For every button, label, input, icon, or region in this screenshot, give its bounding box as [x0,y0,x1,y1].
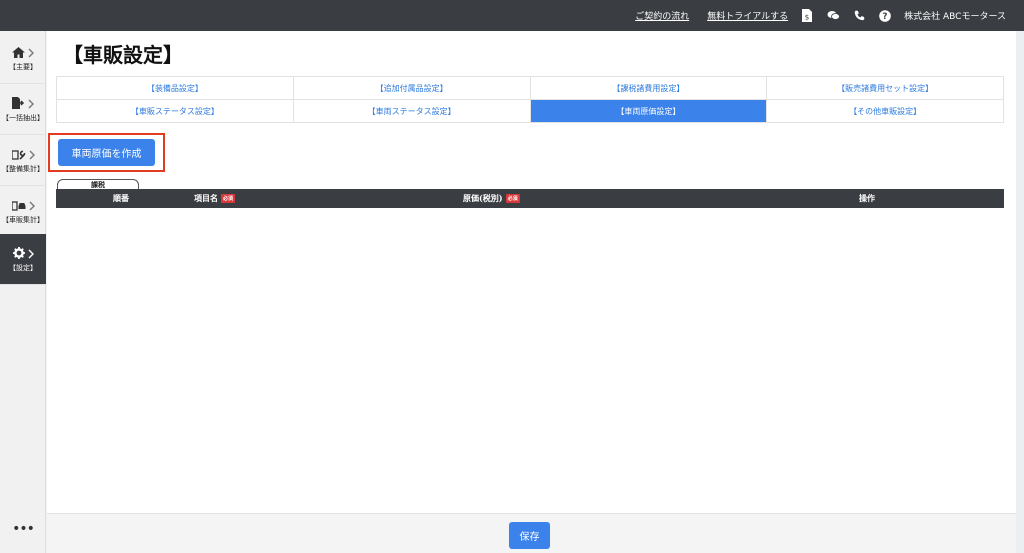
chevron-right-icon [29,196,35,215]
wrench-icon [10,145,26,164]
sidebar-item-label: 【一括抽出】 [2,114,44,122]
chevron-right-icon [29,145,35,164]
svg-text:$: $ [805,14,809,22]
sidebar: 【主要】 【一括抽出】 【整備集計】 【車販集計】 【設定】 ••• [0,31,46,553]
save-button[interactable]: 保存 [509,522,550,549]
scrollbar[interactable] [1016,31,1024,553]
footer: 保存 [47,513,1016,553]
export-icon [12,94,25,113]
header-actions-label: 操作 [859,193,875,203]
sidebar-item-maintenance[interactable]: 【整備集計】 [0,135,46,186]
phone-icon[interactable] [852,9,866,23]
document-yen-icon[interactable]: $ [800,9,814,23]
create-button-highlight: 車両原価を作成 [48,133,165,172]
top-bar: ご契約の流れ 無料トライアルする $ ? 株式会社 ABCモータース [0,0,1024,31]
tab-vehicle-cost[interactable]: 【車両原価設定】 [530,100,768,123]
header-item-name: 項目名 必須 [194,189,236,208]
sidebar-item-label: 【設定】 [9,264,37,272]
car-icon [10,196,26,215]
required-badge: 必須 [221,194,236,203]
tab-accessories[interactable]: 【追加付属品設定】 [293,77,531,100]
header-order: 順番 [113,189,129,208]
header-cost: 原価(税別) 必須 [463,189,520,208]
help-icon[interactable]: ? [878,9,892,23]
company-name[interactable]: 株式会社 ABCモータース [904,9,1006,22]
gear-icon [12,244,25,263]
chat-icon[interactable] [826,9,840,23]
header-order-label: 順番 [113,193,129,203]
required-badge: 必須 [505,194,520,203]
sidebar-item-label: 【整備集計】 [2,165,44,173]
more-icon[interactable]: ••• [0,521,46,537]
sidebar-item-export[interactable]: 【一括抽出】 [0,84,46,135]
header-item-name-label: 項目名 [194,193,218,203]
tab-sales-status[interactable]: 【車販ステータス設定】 [57,100,294,123]
sidebar-item-label: 【主要】 [9,63,37,71]
tab-taxable-expenses[interactable]: 【課税諸費用設定】 [530,77,768,100]
tab-vehicle-status[interactable]: 【車両ステータス設定】 [293,100,531,123]
chevron-right-icon [28,94,34,113]
tab-sales-expense-set[interactable]: 【販売諸費用セット設定】 [767,77,1004,100]
sidebar-item-label: 【車販集計】 [2,216,44,224]
header-cost-label: 原価(税別) [463,193,503,203]
page-title: 【車販設定】 [63,43,183,67]
header-actions: 操作 [859,189,875,208]
tab-equipment[interactable]: 【装備品設定】 [57,77,294,100]
sidebar-item-settings[interactable]: 【設定】 [0,234,46,285]
tab-other-sales[interactable]: 【その他車販設定】 [767,100,1004,123]
create-vehicle-cost-button[interactable]: 車両原価を作成 [58,139,155,166]
chevron-right-icon [28,244,34,263]
table-header: 順番 項目名 必須 原価(税別) 必須 操作 [56,189,1004,208]
sidebar-item-main[interactable]: 【主要】 [0,33,46,84]
sidebar-item-car-sales[interactable]: 【車販集計】 [0,186,46,237]
svg-text:?: ? [883,12,888,22]
home-icon [12,43,25,62]
free-trial-link[interactable]: 無料トライアルする [707,9,788,22]
contract-flow-link[interactable]: ご契約の流れ [635,9,689,22]
settings-tabs: 【装備品設定】 【追加付属品設定】 【課税諸費用設定】 【販売諸費用セット設定】… [56,76,1004,123]
main-content: 【車販設定】 【装備品設定】 【追加付属品設定】 【課税諸費用設定】 【販売諸費… [47,31,1016,513]
chevron-right-icon [28,43,34,62]
